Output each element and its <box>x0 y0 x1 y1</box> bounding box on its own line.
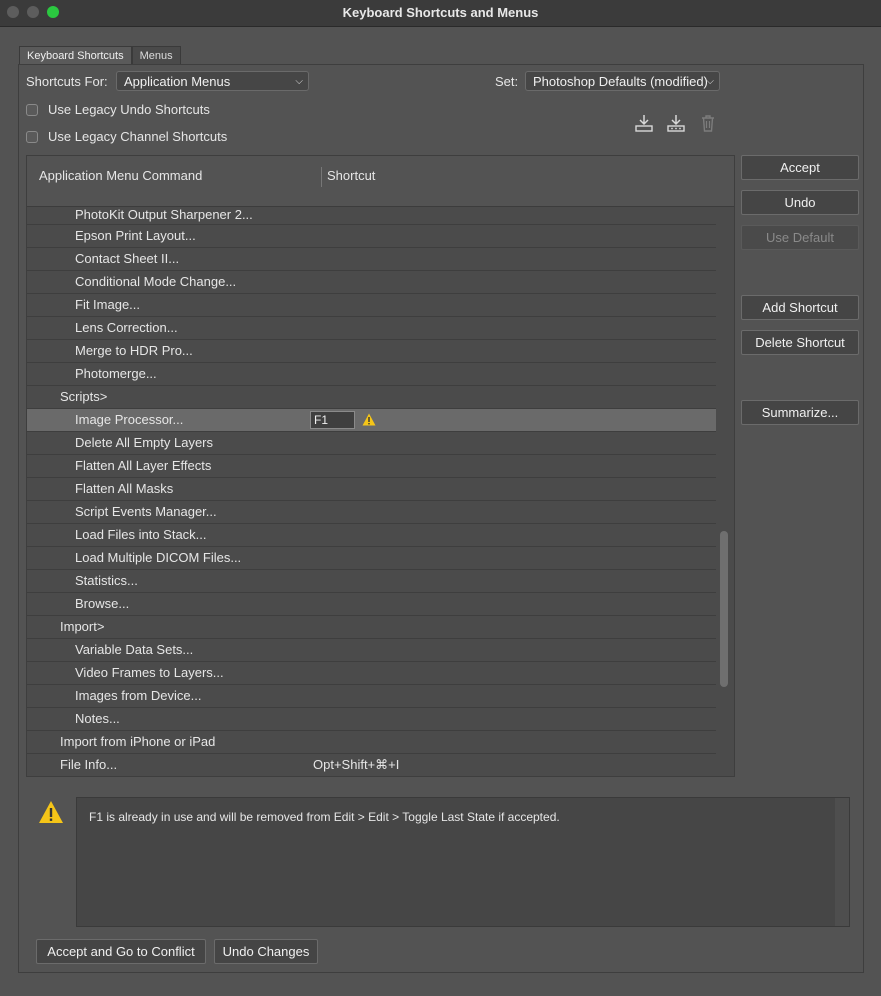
table-row[interactable]: Import from iPhone or iPad <box>27 731 716 754</box>
table-row[interactable]: Browse... <box>27 593 716 616</box>
table-row[interactable]: Import> <box>27 616 716 639</box>
row-command: Images from Device... <box>75 688 202 703</box>
table-row[interactable]: PhotoKit Output Sharpener 2... <box>27 207 716 225</box>
column-divider <box>321 167 322 187</box>
row-command: Flatten All Masks <box>75 481 174 496</box>
table-row[interactable]: File Info... Opt+Shift+⌘+I <box>27 754 716 776</box>
row-command: PhotoKit Output Sharpener 2... <box>75 207 253 222</box>
row-command: Flatten All Layer Effects <box>75 458 212 473</box>
accept-button[interactable]: Accept <box>741 155 859 180</box>
table-row[interactable]: Video Frames to Layers... <box>27 662 716 685</box>
row-command: Merge to HDR Pro... <box>75 343 193 358</box>
row-command: File Info... <box>60 757 118 772</box>
shortcuts-for-label: Shortcuts For: <box>26 74 108 89</box>
table-row[interactable]: Photomerge... <box>27 363 716 386</box>
table-row[interactable]: Script Events Manager... <box>27 501 716 524</box>
row-command: Video Frames to Layers... <box>75 665 224 680</box>
column-header-shortcut[interactable]: Shortcut <box>327 168 375 183</box>
row-command: Lens Correction... <box>75 320 178 335</box>
table-row[interactable]: Contact Sheet II... <box>27 248 716 271</box>
row-command: Delete All Empty Layers <box>75 435 214 450</box>
conflict-message-text: F1 is already in use and will be removed… <box>89 810 560 824</box>
row-command: Statistics... <box>75 573 138 588</box>
summarize-button[interactable]: Summarize... <box>741 400 859 425</box>
save-set-icon[interactable] <box>634 113 654 133</box>
row-command: Import from iPhone or iPad <box>60 734 216 749</box>
chevron-down-icon: ⌵ <box>295 76 303 87</box>
row-shortcut: Opt+Shift+⌘+I <box>313 757 400 772</box>
save-set-as-icon[interactable] <box>666 113 686 133</box>
message-scrollbar[interactable] <box>835 798 849 926</box>
shortcut-input[interactable]: F1 <box>310 411 355 429</box>
row-command: Fit Image... <box>75 297 141 312</box>
table-row[interactable]: Lens Correction... <box>27 317 716 340</box>
legacy-channel-checkbox[interactable] <box>26 131 38 143</box>
table-row[interactable]: Load Multiple DICOM Files... <box>27 547 716 570</box>
table-header: Application Menu Command Shortcut <box>27 156 734 208</box>
row-command: Photomerge... <box>75 366 157 381</box>
table-row[interactable]: Notes... <box>27 708 716 731</box>
table-row[interactable]: Scripts> <box>27 386 716 409</box>
row-command: Script Events Manager... <box>75 504 217 519</box>
warning-icon <box>39 801 63 823</box>
legacy-channel-label: Use Legacy Channel Shortcuts <box>48 129 228 144</box>
set-label: Set: <box>495 74 519 89</box>
table-row[interactable]: Flatten All Layer Effects <box>27 455 716 478</box>
table-row[interactable]: Epson Print Layout... <box>27 225 716 248</box>
tab-bar: Keyboard Shortcuts Menus <box>19 46 181 64</box>
table-row[interactable]: Delete All Empty Layers <box>27 432 716 455</box>
trash-icon[interactable] <box>698 113 718 133</box>
title-bar: Keyboard Shortcuts and Menus <box>0 0 881 27</box>
column-header-command[interactable]: Application Menu Command <box>39 168 202 183</box>
row-command: Variable Data Sets... <box>75 642 194 657</box>
undo-changes-button[interactable]: Undo Changes <box>214 939 318 964</box>
set-select[interactable]: Photoshop Defaults (modified) ⌵ <box>525 71 720 91</box>
table-rows: PhotoKit Output Sharpener 2... Epson Pri… <box>27 207 716 776</box>
tab-menus[interactable]: Menus <box>131 46 181 64</box>
use-default-button[interactable]: Use Default <box>741 225 859 250</box>
undo-button[interactable]: Undo <box>741 190 859 215</box>
row-command: Scripts> <box>60 389 108 404</box>
shortcuts-for-value: Application Menus <box>124 74 231 89</box>
table-row[interactable]: Load Files into Stack... <box>27 524 716 547</box>
table-row[interactable]: Statistics... <box>27 570 716 593</box>
row-command: Browse... <box>75 596 130 611</box>
row-command: Image Processor... <box>75 412 184 427</box>
row-command: Conditional Mode Change... <box>75 274 237 289</box>
table-row[interactable]: Merge to HDR Pro... <box>27 340 716 363</box>
chevron-down-icon: ⌵ <box>706 76 714 87</box>
legacy-undo-checkbox[interactable] <box>26 104 38 116</box>
shortcuts-for-select[interactable]: Application Menus ⌵ <box>116 71 309 91</box>
accept-go-to-conflict-button[interactable]: Accept and Go to Conflict <box>36 939 206 964</box>
table-row[interactable]: Flatten All Masks <box>27 478 716 501</box>
row-command: Import> <box>60 619 105 634</box>
table-row[interactable]: Images from Device... <box>27 685 716 708</box>
legacy-undo-label: Use Legacy Undo Shortcuts <box>48 102 210 117</box>
table-scrollbar[interactable] <box>716 207 734 776</box>
scrollbar-thumb[interactable] <box>720 531 728 687</box>
conflict-message-box: F1 is already in use and will be removed… <box>76 797 850 927</box>
table-row[interactable]: Variable Data Sets... <box>27 639 716 662</box>
table-row-selected[interactable]: Image Processor... F1 <box>27 409 716 432</box>
window-title: Keyboard Shortcuts and Menus <box>342 5 539 20</box>
delete-shortcut-button[interactable]: Delete Shortcut <box>741 330 859 355</box>
row-command: Contact Sheet II... <box>75 251 180 266</box>
row-command: Epson Print Layout... <box>75 228 196 243</box>
table-row[interactable]: Fit Image... <box>27 294 716 317</box>
shortcuts-table: Application Menu Command Shortcut PhotoK… <box>26 155 735 777</box>
warning-icon <box>362 413 376 426</box>
row-command: Notes... <box>75 711 120 726</box>
row-command: Load Multiple DICOM Files... <box>75 550 242 565</box>
set-value: Photoshop Defaults (modified) <box>533 74 708 89</box>
add-shortcut-button[interactable]: Add Shortcut <box>741 295 859 320</box>
tab-keyboard-shortcuts[interactable]: Keyboard Shortcuts <box>19 46 132 64</box>
row-command: Load Files into Stack... <box>75 527 207 542</box>
table-row[interactable]: Conditional Mode Change... <box>27 271 716 294</box>
